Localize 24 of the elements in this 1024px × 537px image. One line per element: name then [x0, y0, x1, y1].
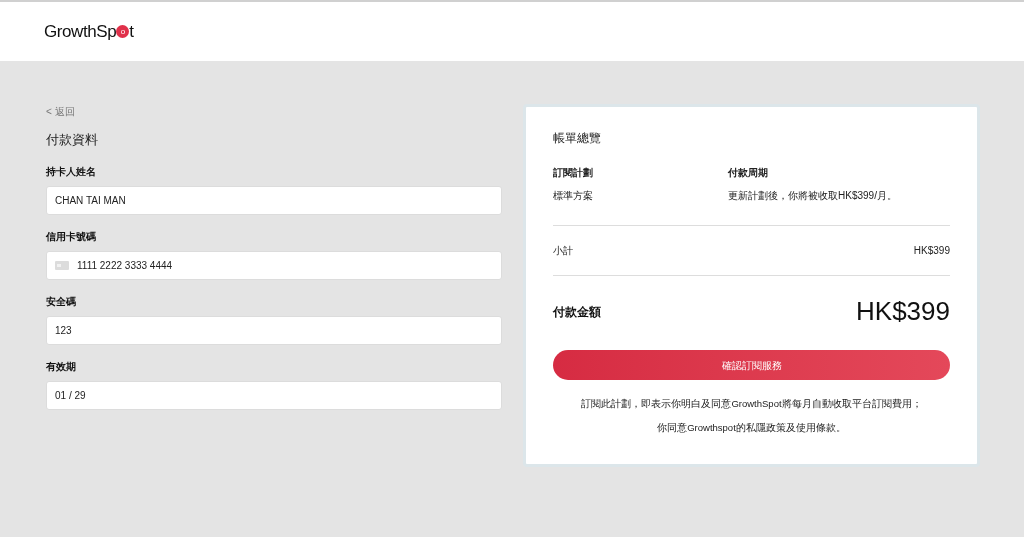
- logo[interactable]: GrowthSp o t: [44, 18, 134, 45]
- credit-card-icon: [55, 260, 69, 270]
- plan-label: 訂閱計劃: [553, 166, 594, 180]
- total-label: 付款金額: [553, 303, 601, 321]
- field-label: 安全碼: [46, 294, 77, 309]
- subtotal-value: HK$399: [913, 244, 950, 258]
- form-title: 付款資料: [46, 131, 99, 149]
- summary-title: 帳單總覽: [553, 130, 602, 147]
- terms-text: 訂閱此計劃，即表示你明白及同意GrowthSpot將每月自動收取平台訂閱費用；: [580, 397, 923, 411]
- field-label: 有效期: [46, 359, 77, 374]
- input-field[interactable]: 01 / 29: [46, 380, 502, 410]
- input-field[interactable]: 123: [46, 315, 502, 345]
- subtotal-label: 小計: [553, 244, 573, 258]
- plan-value: 標準方案: [553, 189, 594, 203]
- back-link[interactable]: < 返回: [46, 104, 502, 119]
- input-field[interactable]: 1111 2222 3333 4444: [46, 250, 502, 280]
- cycle-label: 付款周期: [728, 166, 769, 180]
- terms-text: 你同意Growthspot的私隱政策及使用條款。: [656, 421, 847, 436]
- confirm-button[interactable]: 確認訂閱服務: [553, 350, 950, 380]
- input-field[interactable]: CHAN TAI MAN: [46, 185, 502, 215]
- field-label: 持卡人姓名: [46, 164, 97, 179]
- total-value: HK$399: [856, 295, 950, 328]
- cycle-value: 更新計劃後，你將被收取HK$399/月。: [728, 189, 898, 203]
- field-label: 信用卡號碼: [46, 229, 97, 244]
